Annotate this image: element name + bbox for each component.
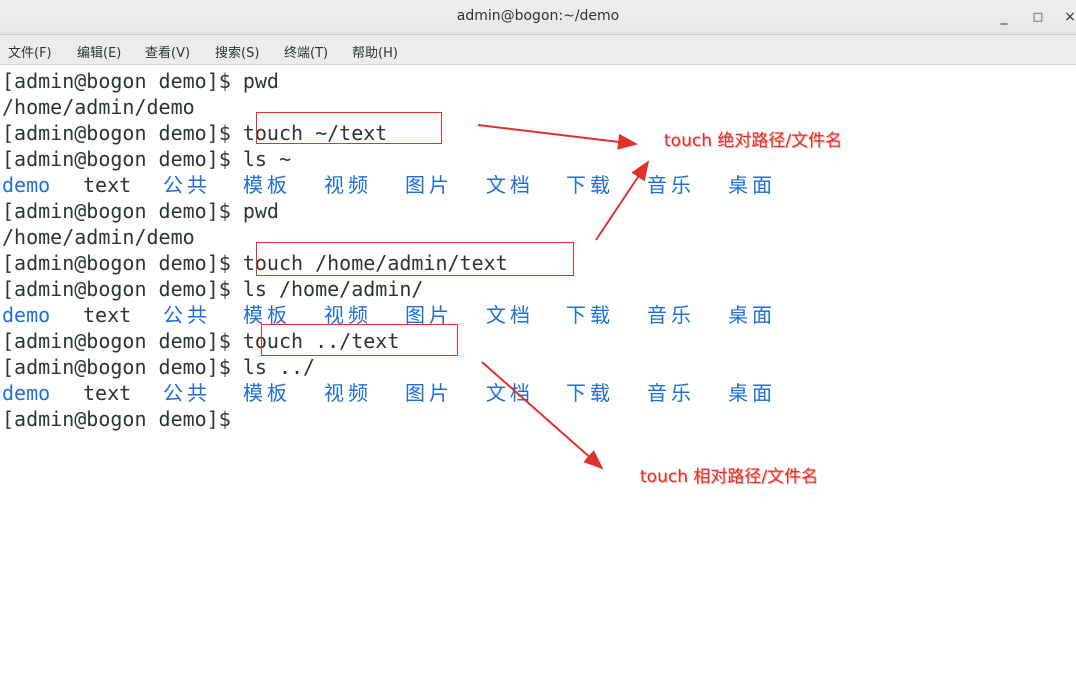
arrow-to-absolute-label: [477, 124, 638, 150]
annotation-relative-path: touch 相对路径/文件名: [640, 467, 819, 487]
annotation-absolute-path: touch 绝对路径/文件名: [664, 131, 843, 151]
arrow-to-relative-label: [481, 361, 604, 470]
arrow-absolute-up: [595, 160, 650, 241]
annotation-arrows: [477, 124, 650, 470]
